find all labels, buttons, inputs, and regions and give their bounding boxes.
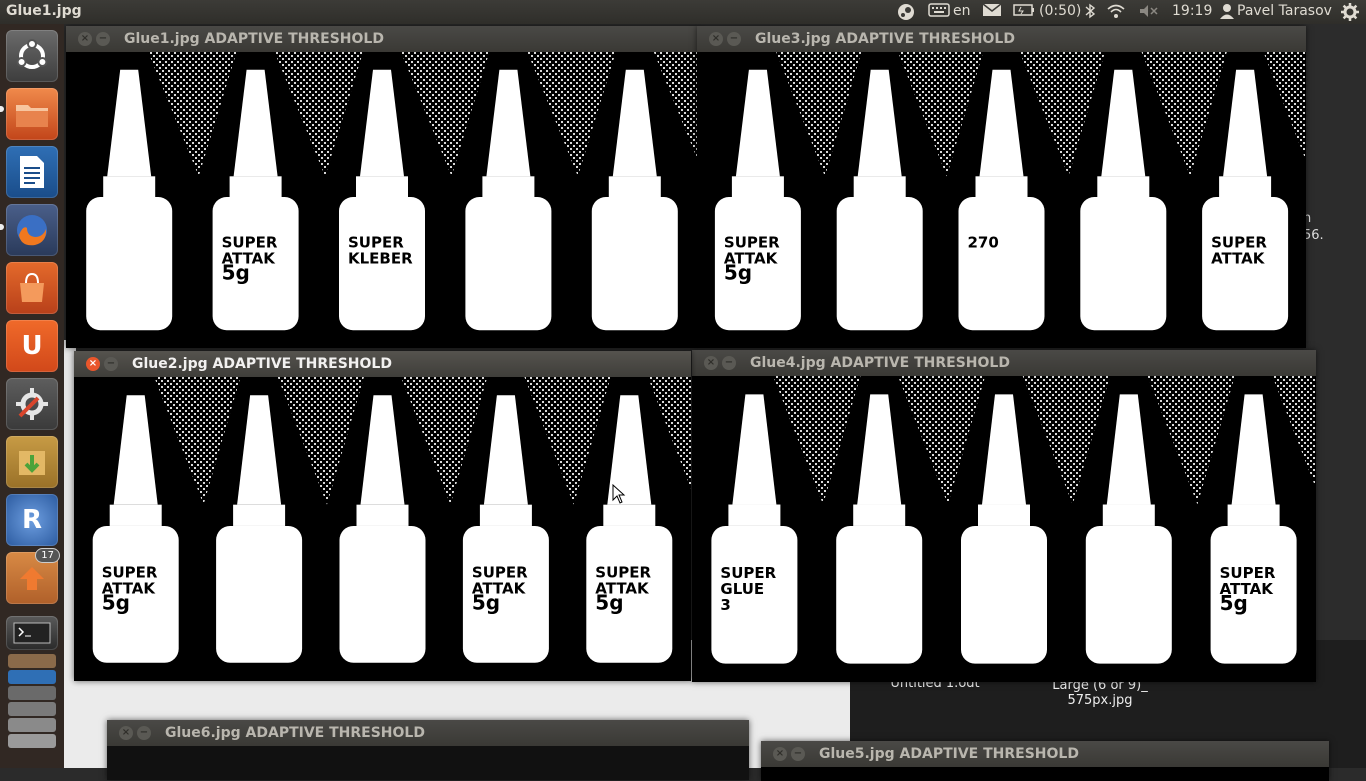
bottle-label-text: 5g — [595, 591, 623, 615]
software-center-icon[interactable] — [6, 262, 58, 314]
window-glue2[interactable]: × − Glue2.jpg ADAPTIVE THRESHOLD SUPER AT… — [74, 351, 691, 681]
update-count-badge: 17 — [35, 548, 60, 563]
threshold-image: SUPER ATTAK 5g SUPER ATTAK 5g SUPER ATTAK 5g — [74, 377, 691, 681]
bluetooth-icon[interactable] — [1084, 3, 1096, 23]
bottle-label-text: KLEBER — [348, 249, 413, 267]
window-glue6[interactable]: × − Glue6.jpg ADAPTIVE THRESHOLD — [107, 720, 749, 780]
window-glue5[interactable]: × − Glue5.jpg ADAPTIVE THRESHOLD — [761, 741, 1329, 781]
window-titlebar[interactable]: × − Glue3.jpg ADAPTIVE THRESHOLD — [697, 26, 1306, 52]
bottle-label-text: 5g — [102, 591, 130, 615]
file-large-jpg-line2: 575px.jpg — [1067, 693, 1133, 708]
rstudio-icon[interactable]: R — [6, 494, 58, 546]
active-app-title: Glue1.jpg — [6, 3, 82, 19]
workspace-stack-icon[interactable] — [6, 654, 58, 764]
threshold-image: SUPER GLUE 3 SUPER ATTAK 5g — [692, 376, 1316, 682]
bottle-label-text: 270 — [968, 233, 999, 251]
window-titlebar[interactable]: × − Glue6.jpg ADAPTIVE THRESHOLD — [107, 720, 749, 746]
edge-text-2: 56. — [1303, 228, 1324, 243]
bottle-label-text: 5g — [724, 260, 752, 284]
ubuntu-one-icon[interactable]: U — [6, 320, 58, 372]
top-panel: Glue1.jpg en (0:50) 19:19 Pavel Tarasov — [0, 0, 1366, 24]
window-title: Glue3.jpg ADAPTIVE THRESHOLD — [755, 31, 1015, 47]
ubuntu-dash-icon[interactable] — [6, 30, 58, 82]
background-text: n 56. — [1303, 210, 1324, 244]
battery-time[interactable]: (0:50) — [1039, 3, 1081, 19]
keyboard-icon[interactable] — [928, 3, 950, 19]
battery-icon[interactable] — [1013, 3, 1035, 19]
terminal-icon[interactable] — [6, 616, 58, 650]
libreoffice-writer-icon[interactable] — [6, 146, 58, 198]
file-large-jpg[interactable]: Large (6 or 9)_ 575px.jpg — [1030, 678, 1170, 708]
minimize-icon[interactable]: − — [104, 357, 118, 371]
bottle-label-text: ATTAK — [1211, 249, 1266, 267]
volume-muted-icon[interactable] — [1138, 3, 1160, 23]
bottle-label-text: 5g — [1220, 591, 1248, 615]
window-title: Glue1.jpg ADAPTIVE THRESHOLD — [124, 31, 384, 47]
bottle-label-text: 3 — [720, 596, 730, 614]
threshold-image: SUPER ATTAK 5g SUPER KLEBER — [66, 52, 698, 348]
window-title: Glue6.jpg ADAPTIVE THRESHOLD — [165, 725, 425, 741]
firefox-icon[interactable] — [6, 204, 58, 256]
minimize-icon[interactable]: − — [727, 32, 741, 46]
system-settings-icon[interactable] — [6, 378, 58, 430]
mouse-cursor-icon — [612, 484, 626, 504]
close-icon[interactable]: × — [773, 747, 787, 761]
archive-manager-icon[interactable] — [6, 436, 58, 488]
window-titlebar[interactable]: × − Glue4.jpg ADAPTIVE THRESHOLD — [692, 350, 1316, 376]
minimize-icon[interactable]: − — [791, 747, 805, 761]
minimize-icon[interactable]: − — [137, 726, 151, 740]
edge-text-1: n — [1303, 211, 1312, 226]
bottle-label-text: 5g — [222, 260, 250, 284]
launcher: U R 17 — [0, 24, 64, 768]
user-icon[interactable] — [1220, 3, 1234, 23]
gear-icon[interactable] — [1341, 3, 1359, 25]
window-title: Glue2.jpg ADAPTIVE THRESHOLD — [132, 356, 392, 372]
window-title: Glue5.jpg ADAPTIVE THRESHOLD — [819, 746, 1079, 762]
update-manager-icon[interactable]: 17 — [6, 548, 60, 604]
close-icon[interactable]: × — [704, 356, 718, 370]
close-icon[interactable]: × — [86, 357, 100, 371]
threshold-image: SUPER ATTAK 5g 270 SUPER ATTAK — [697, 52, 1306, 348]
window-glue3[interactable]: × − Glue3.jpg ADAPTIVE THRESHOLD SUPER AT… — [697, 26, 1306, 348]
clock[interactable]: 19:19 — [1172, 3, 1212, 19]
mail-icon[interactable] — [982, 3, 1002, 19]
threshold-image — [107, 746, 749, 780]
wifi-icon[interactable] — [1106, 3, 1126, 23]
user-name[interactable]: Pavel Tarasov — [1237, 3, 1332, 19]
window-titlebar[interactable]: × − Glue5.jpg ADAPTIVE THRESHOLD — [761, 741, 1329, 767]
bottle-label-text: 5g — [472, 591, 500, 615]
window-title: Glue4.jpg ADAPTIVE THRESHOLD — [750, 355, 1010, 371]
close-icon[interactable]: × — [78, 32, 92, 46]
window-glue4[interactable]: × − Glue4.jpg ADAPTIVE THRESHOLD SUPER GL… — [692, 350, 1316, 682]
window-titlebar[interactable]: × − Glue1.jpg ADAPTIVE THRESHOLD — [66, 26, 698, 52]
window-titlebar[interactable]: × − Glue2.jpg ADAPTIVE THRESHOLD — [74, 351, 691, 377]
close-icon[interactable]: × — [709, 32, 723, 46]
minimize-icon[interactable]: − — [722, 356, 736, 370]
rstudio-glyph: R — [21, 505, 43, 535]
steam-icon[interactable] — [897, 3, 915, 25]
close-icon[interactable]: × — [119, 726, 133, 740]
keyboard-layout[interactable]: en — [953, 3, 971, 19]
files-icon[interactable] — [6, 88, 58, 140]
minimize-icon[interactable]: − — [96, 32, 110, 46]
window-glue1[interactable]: × − Glue1.jpg ADAPTIVE THRESHOLD SUPER AT… — [66, 26, 698, 348]
